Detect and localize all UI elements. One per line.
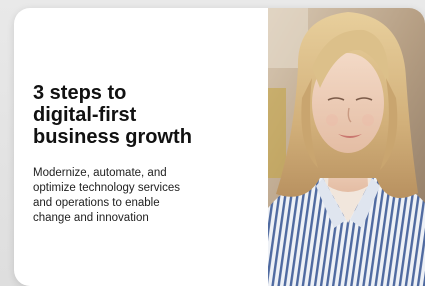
page-background: 3 steps to digital-first business growth… <box>0 0 425 286</box>
card-headline: 3 steps to digital-first business growth <box>33 82 233 148</box>
headline-line: business growth <box>33 126 192 148</box>
headline-line: digital-first <box>33 104 137 126</box>
description-line: change and innovation <box>33 212 149 224</box>
description-line: optimize technology services <box>33 182 181 194</box>
card-text-panel: 3 steps to digital-first business growth… <box>14 8 268 286</box>
headline-line: 3 steps to <box>33 82 127 104</box>
card-description: Modernize, automate, and optimize techno… <box>33 166 243 226</box>
description-line: Modernize, automate, and <box>33 167 167 179</box>
description-line: and operations to enable <box>33 197 160 209</box>
promo-card[interactable]: 3 steps to digital-first business growth… <box>14 8 425 286</box>
portrait-illustration <box>268 8 425 286</box>
woman-portrait-photo <box>268 8 425 286</box>
